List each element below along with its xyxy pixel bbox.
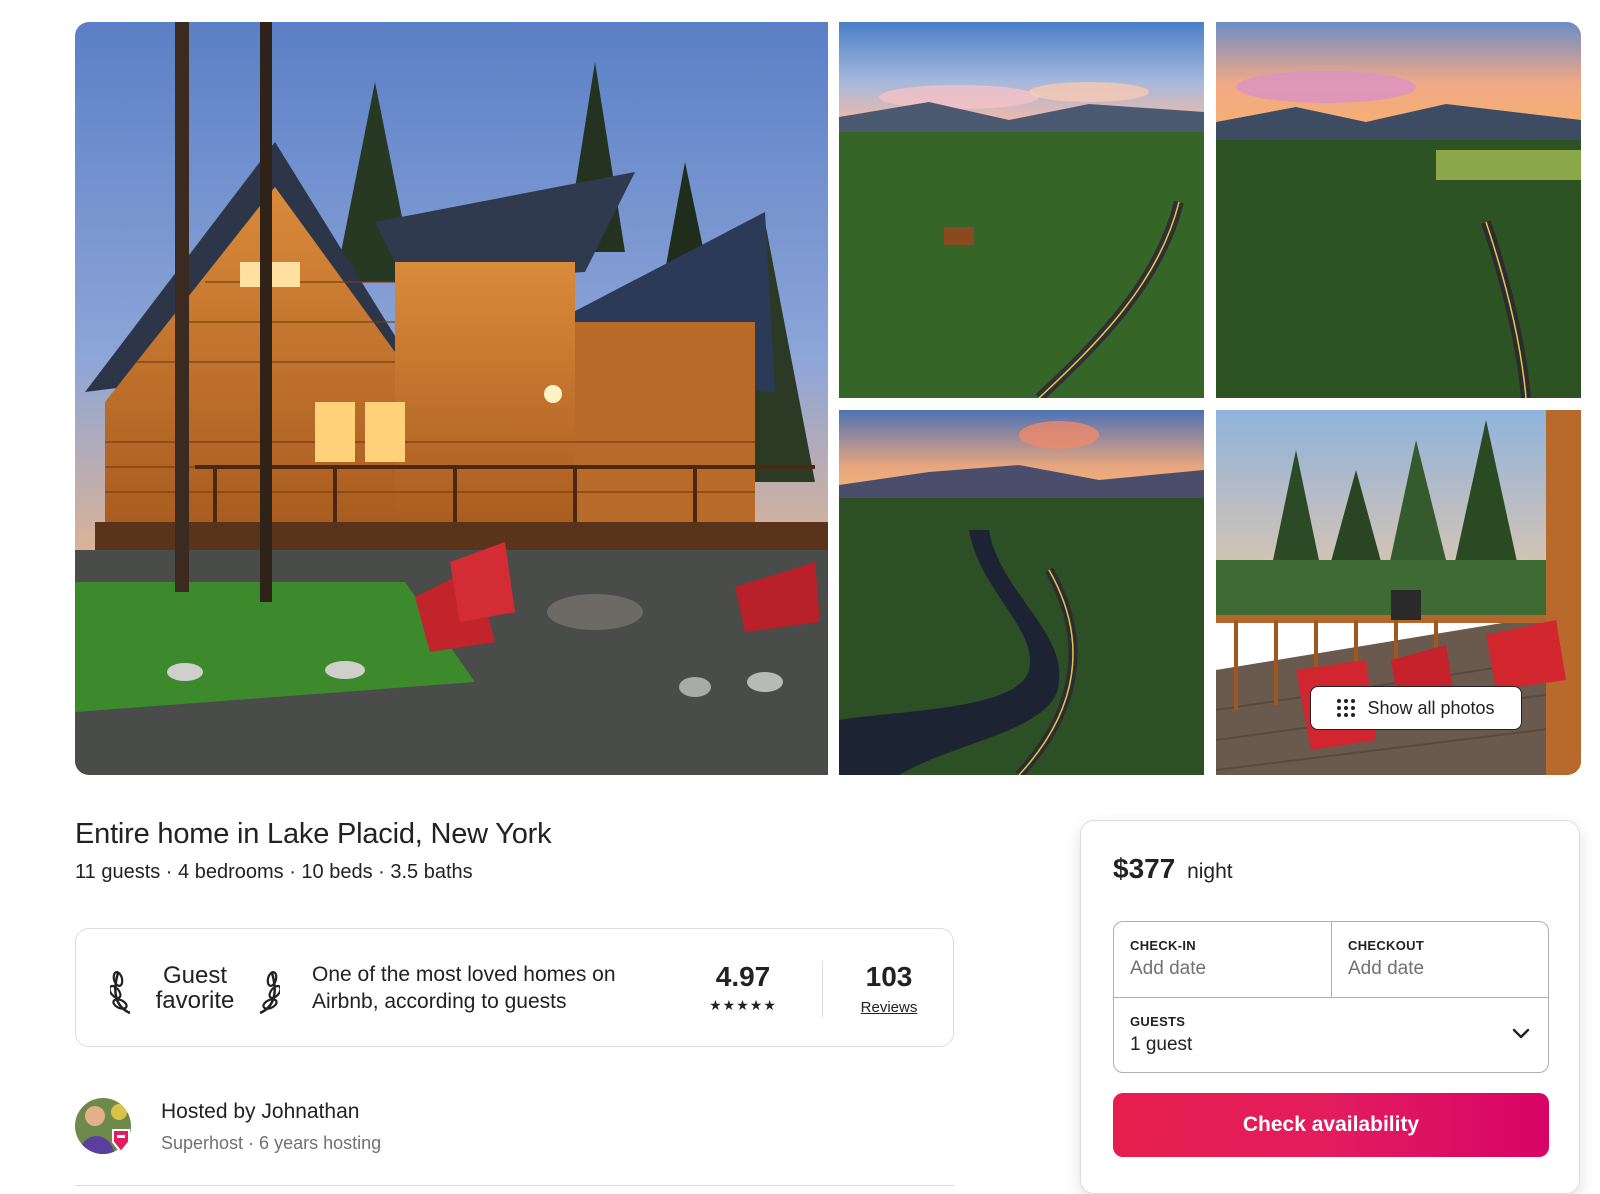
photo-aerial-valley[interactable] <box>1216 22 1581 398</box>
guest-favorite-badge: Guest favorite <box>110 963 280 1019</box>
booking-fields: CHECK-IN Add date CHECKOUT Add date GUES… <box>1113 921 1549 1073</box>
checkout-value: Add date <box>1348 958 1425 979</box>
booking-card: $377 night CHECK-IN Add date CHECKOUT Ad… <box>1080 820 1580 1194</box>
host-meta: Superhost · 6 years hosting <box>161 1133 382 1153</box>
section-divider <box>75 1185 954 1186</box>
guest-favorite-line2: favorite <box>155 987 235 1014</box>
photo-aerial-river[interactable] <box>839 410 1204 775</box>
chevron-down-icon[interactable] <box>1512 1028 1530 1040</box>
show-all-photos-label: Show all photos <box>1367 697 1495 718</box>
photo-main-cabin[interactable] <box>75 22 828 775</box>
checkout-label: CHECKOUT <box>1348 938 1425 953</box>
guests-label: GUESTS <box>1130 1014 1186 1029</box>
checkin-label: CHECK-IN <box>1130 938 1196 953</box>
checkin-value: Add date <box>1130 958 1207 979</box>
host-name: Hosted by Johnathan <box>161 1100 360 1123</box>
price-unit: night <box>1187 860 1233 883</box>
guest-favorite-description: One of the most loved homes on Airbnb, a… <box>312 961 672 1015</box>
checkout-field[interactable]: CHECKOUT Add date <box>1332 922 1548 998</box>
photo-aerial-forest[interactable] <box>839 22 1204 398</box>
superhost-badge-icon <box>112 1129 130 1154</box>
rating-value: 4.97 <box>715 961 771 992</box>
guest-favorite-label: Guest favorite <box>144 963 246 1013</box>
checkin-field[interactable]: CHECK-IN Add date <box>1114 922 1332 998</box>
grid-dots-icon <box>1337 699 1356 717</box>
host-section: Hosted by Johnathan Superhost · 6 years … <box>75 1098 954 1188</box>
listing-title: Entire home in Lake Placid, New York <box>75 818 552 850</box>
reviews-block[interactable]: 103 Reviews <box>836 961 942 1017</box>
listing-summary: 11 guests · 4 bedrooms · 10 beds · 3.5 b… <box>75 861 473 883</box>
laurel-left-icon <box>110 971 131 1015</box>
price-amount: $377 <box>1113 853 1176 884</box>
rating-divider <box>822 961 823 1017</box>
guest-favorite-card[interactable]: Guest favorite One of the most loved hom… <box>75 928 954 1047</box>
guests-selector[interactable]: GUESTS 1 guest <box>1114 998 1548 1072</box>
guest-favorite-desc-line2: Airbnb, according to guests <box>312 990 567 1013</box>
nightly-price: $377 night <box>1113 853 1233 885</box>
show-all-photos-button[interactable]: Show all photos <box>1310 686 1522 730</box>
rating-stars-icon: ★★★★★ <box>709 997 777 1013</box>
reviews-link[interactable]: Reviews <box>861 999 918 1016</box>
reviews-count: 103 <box>865 961 913 992</box>
check-availability-button[interactable]: Check availability <box>1113 1093 1549 1157</box>
photo-gallery: Show all photos <box>75 22 1581 775</box>
guest-favorite-line1: Guest <box>162 962 228 989</box>
guests-value: 1 guest <box>1130 1034 1193 1055</box>
guest-favorite-desc-line1: One of the most loved homes on <box>312 963 616 986</box>
laurel-right-icon <box>259 971 280 1015</box>
rating-block: 4.97 ★★★★★ <box>698 961 788 1014</box>
